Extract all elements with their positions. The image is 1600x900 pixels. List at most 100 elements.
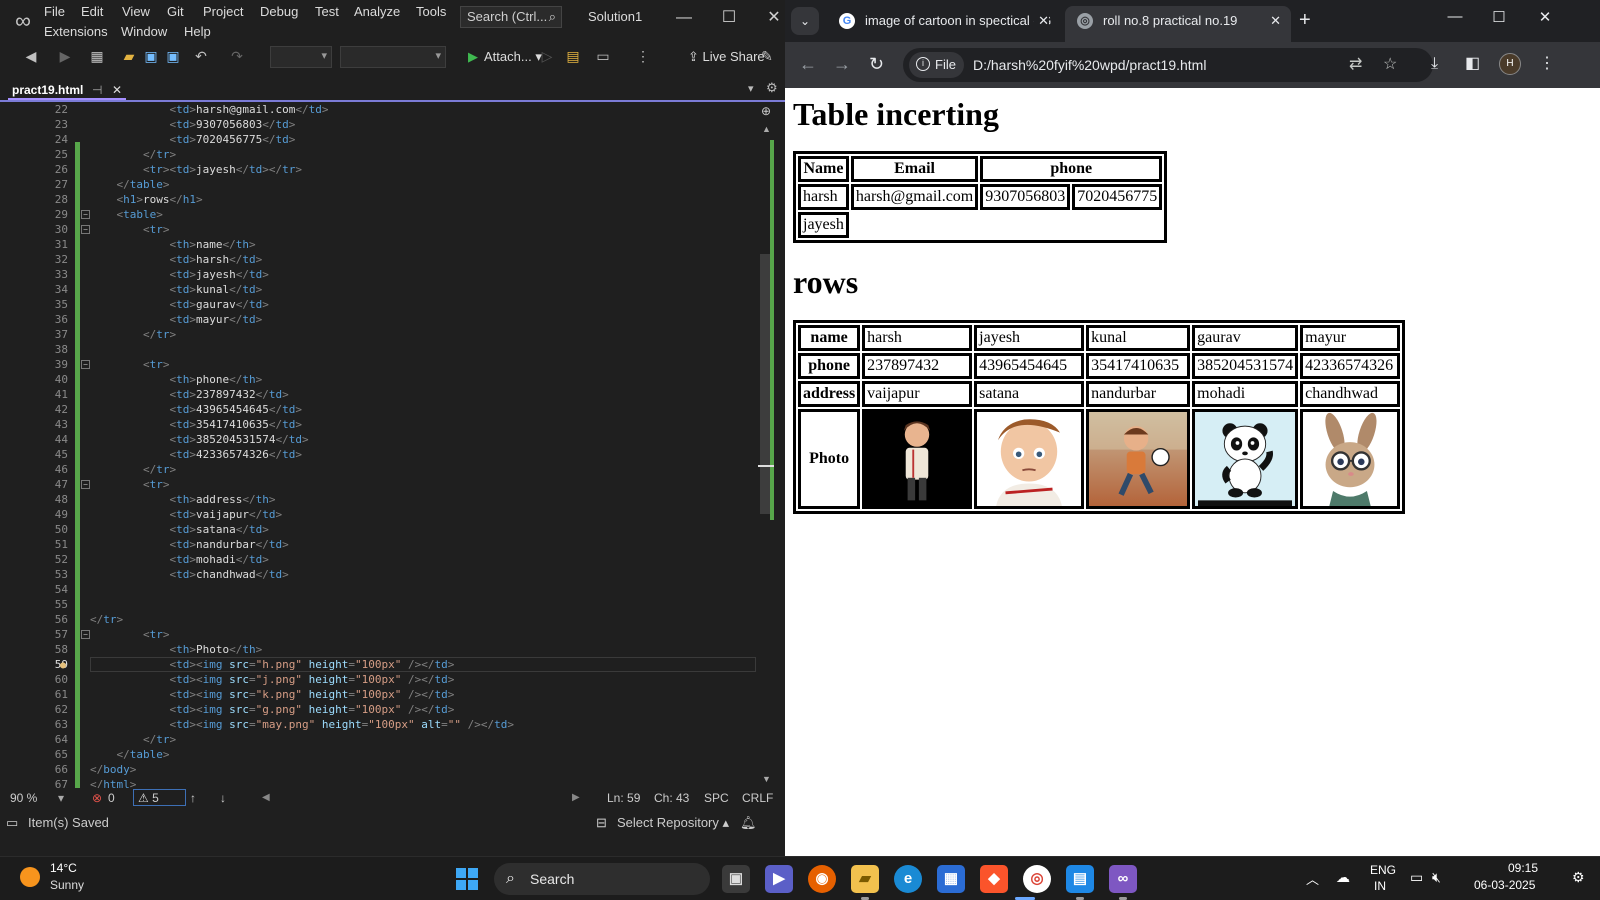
editor-vertical-scrollbar[interactable]: ⊕ ▲ ▼ bbox=[758, 104, 774, 788]
download-icon[interactable]: ⤓ bbox=[1431, 54, 1438, 74]
close-tab-icon[interactable]: ✕ bbox=[1270, 6, 1281, 36]
document-tab[interactable]: pract19.html ⊣ ✕ bbox=[8, 80, 126, 100]
code-line[interactable]: 38 bbox=[8, 342, 758, 357]
platform-dropdown[interactable] bbox=[340, 46, 446, 68]
translate-icon[interactable]: ⇄ bbox=[1349, 48, 1362, 82]
code-line[interactable]: 60 <td><img src="j.png" height="100px" /… bbox=[8, 672, 758, 687]
overflow-icon[interactable]: ⋮ bbox=[634, 47, 652, 65]
previous-issue-icon[interactable]: ↑ bbox=[190, 790, 196, 806]
chrome-menu-icon[interactable]: ⋮ bbox=[1539, 54, 1555, 74]
show-hidden-icons-chevron-icon[interactable]: ︿ bbox=[1306, 869, 1319, 888]
code-line[interactable]: 37 </tr> bbox=[8, 327, 758, 342]
menu-project[interactable]: Project bbox=[203, 4, 243, 20]
output-window-icon[interactable]: ▭ bbox=[6, 815, 18, 831]
collapse-toggle-icon[interactable]: − bbox=[81, 360, 90, 369]
code-line[interactable]: 62 <td><img src="g.png" height="100px" /… bbox=[8, 702, 758, 717]
code-line[interactable]: 30 − <tr> bbox=[8, 222, 758, 237]
code-line[interactable]: 26 <tr><td>jayesh</td></tr> bbox=[8, 162, 758, 177]
language-eng[interactable]: ENG bbox=[1370, 863, 1396, 877]
clock-date[interactable]: 06-03-2025 bbox=[1474, 878, 1535, 892]
undo-icon[interactable]: ↶ bbox=[192, 47, 210, 65]
tab-google-search[interactable]: G image of cartoon in spectical - G ✕ bbox=[827, 6, 1059, 42]
live-share-button[interactable]: ⇪ Live Share bbox=[688, 49, 765, 65]
file-explorer-icon[interactable]: ▰ bbox=[851, 865, 879, 893]
close-tab-icon[interactable]: ✕ bbox=[112, 80, 122, 100]
lightbulb-icon[interactable]: ● bbox=[60, 658, 66, 673]
menu-extensions[interactable]: Extensions bbox=[44, 24, 108, 40]
code-line[interactable]: 67 </html> bbox=[8, 777, 758, 788]
code-line[interactable]: 27 </table> bbox=[8, 177, 758, 192]
code-line[interactable]: 51 <td>nandurbar</td> bbox=[8, 537, 758, 552]
menu-file[interactable]: File bbox=[44, 4, 65, 20]
task-view-icon[interactable]: ▣ bbox=[722, 865, 750, 893]
collapse-toggle-icon[interactable]: − bbox=[81, 225, 90, 234]
code-line[interactable]: 53 <td>chandhwad</td> bbox=[8, 567, 758, 582]
navigate-forward-icon[interactable]: ▶ bbox=[56, 47, 74, 65]
notepad-icon[interactable]: ▤ bbox=[1066, 865, 1094, 893]
tab-practical-19[interactable]: ◎ roll no.8 practical no.19 ✕ bbox=[1065, 6, 1291, 42]
save-all-icon[interactable]: ▣ bbox=[164, 47, 182, 65]
browse-folder-icon[interactable]: ▤ bbox=[564, 47, 582, 65]
code-line[interactable]: 45 <td>42336574326</td> bbox=[8, 447, 758, 462]
code-line[interactable]: 43 <td>35417410635</td> bbox=[8, 417, 758, 432]
code-line[interactable]: 39 − <tr> bbox=[8, 357, 758, 372]
new-project-icon[interactable]: ▦ bbox=[88, 47, 106, 65]
menu-edit[interactable]: Edit bbox=[81, 4, 103, 20]
menu-tools[interactable]: Tools bbox=[416, 4, 446, 20]
windows-start-icon[interactable] bbox=[456, 868, 478, 890]
collapse-toggle-icon[interactable]: − bbox=[81, 210, 90, 219]
edge-icon[interactable]: e bbox=[894, 865, 922, 893]
code-line[interactable]: 65 </table> bbox=[8, 747, 758, 762]
menu-debug[interactable]: Debug bbox=[260, 4, 298, 20]
indent-mode[interactable]: SPC bbox=[704, 790, 729, 806]
new-tab-plus-icon[interactable]: + bbox=[1299, 8, 1311, 32]
code-line[interactable]: 59 ● <td><img src="h.png" height="100px" … bbox=[8, 657, 758, 672]
menu-help[interactable]: Help bbox=[184, 24, 211, 40]
chrome-icon[interactable]: ◎ bbox=[1023, 865, 1051, 893]
code-line[interactable]: 48 <th>address</th> bbox=[8, 492, 758, 507]
menu-window[interactable]: Window bbox=[121, 24, 167, 40]
error-count[interactable]: 0 bbox=[108, 790, 115, 806]
code-line[interactable]: 44 <td>385204531574</td> bbox=[8, 432, 758, 447]
code-line[interactable]: 31 <th>name</th> bbox=[8, 237, 758, 252]
minimize-button[interactable]: — bbox=[670, 6, 698, 30]
code-line[interactable]: 55 bbox=[8, 597, 758, 612]
scroll-left-icon[interactable]: ◀ bbox=[262, 790, 270, 806]
notifications-bell-icon[interactable]: 🔔︎ bbox=[740, 815, 757, 831]
scroll-right-icon[interactable]: ▶ bbox=[572, 790, 580, 806]
close-tab-icon[interactable]: ✕ bbox=[1034, 6, 1049, 36]
menu-git[interactable]: Git bbox=[167, 4, 184, 20]
layout-icon[interactable]: ▭ bbox=[594, 47, 612, 65]
code-line[interactable]: 54 bbox=[8, 582, 758, 597]
microsoft-store-icon[interactable]: ▦ bbox=[937, 865, 965, 893]
split-editor-icon[interactable]: ⊕ bbox=[761, 104, 771, 118]
code-line[interactable]: 63 <td><img src="may.png" height="100px"… bbox=[8, 717, 758, 732]
url-text[interactable]: D:/harsh%20fyif%20wpd/pract19.html bbox=[973, 48, 1206, 82]
brave-icon[interactable]: ◆ bbox=[980, 865, 1008, 893]
warnings-indicator[interactable]: ⚠ 5 bbox=[133, 789, 186, 806]
weather-temperature[interactable]: 14°C bbox=[50, 861, 77, 875]
collapse-toggle-icon[interactable]: − bbox=[81, 480, 90, 489]
code-line[interactable]: 42 <td>43965454645</td> bbox=[8, 402, 758, 417]
code-line[interactable]: 29 − <table> bbox=[8, 207, 758, 222]
attach-button[interactable]: ▶ Attach... ▾ bbox=[468, 49, 542, 65]
chrome-close-button[interactable]: ✕ bbox=[1530, 8, 1560, 26]
code-line[interactable]: 23 <td>9307056803</td> bbox=[8, 117, 758, 132]
code-line[interactable]: 64 </tr> bbox=[8, 732, 758, 747]
volume-muted-icon[interactable]: 🔇︎ bbox=[1432, 869, 1441, 886]
teams-icon[interactable]: ▶ bbox=[765, 865, 793, 893]
line-endings[interactable]: CRLF bbox=[742, 790, 773, 806]
site-info-chip[interactable]: i File bbox=[909, 52, 964, 78]
code-line[interactable]: 33 <td>jayesh</td> bbox=[8, 267, 758, 282]
column-number[interactable]: Ch: 43 bbox=[654, 790, 689, 806]
configuration-dropdown[interactable] bbox=[270, 46, 332, 68]
code-line[interactable]: 58 <th>Photo</th> bbox=[8, 642, 758, 657]
scroll-up-icon[interactable]: ▲ bbox=[762, 124, 771, 134]
save-icon[interactable]: ▣ bbox=[142, 47, 160, 65]
vs-search-box[interactable]: Search (Ctrl... ⌕ bbox=[460, 6, 562, 28]
maximize-button[interactable]: ☐ bbox=[715, 6, 743, 30]
code-line[interactable]: 61 <td><img src="k.png" height="100px" /… bbox=[8, 687, 758, 702]
menu-test[interactable]: Test bbox=[315, 4, 339, 20]
code-line[interactable]: 46 </tr> bbox=[8, 462, 758, 477]
firefox-icon[interactable]: ◉ bbox=[808, 865, 836, 893]
